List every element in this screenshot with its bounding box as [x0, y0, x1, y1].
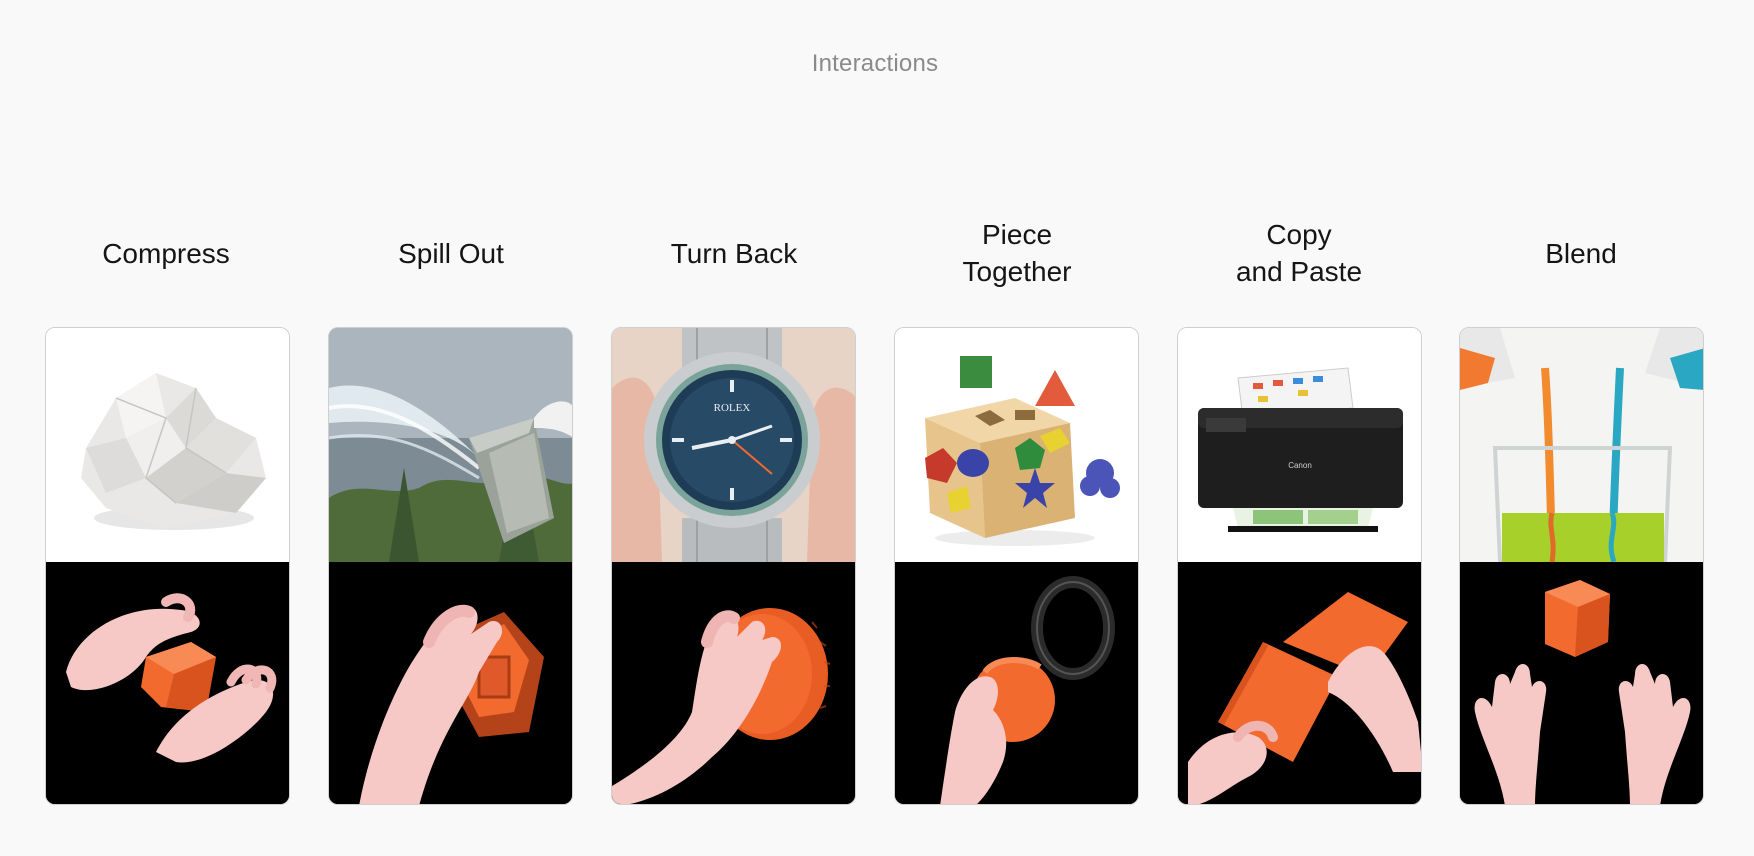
card-compress[interactable]: [45, 327, 290, 805]
column-title-line: Spill Out: [398, 237, 504, 269]
column-title-line: Piece: [981, 219, 1053, 250]
column-title-copy-and-paste: Copy and Paste: [1164, 213, 1434, 293]
object-image-water-pouring: [329, 328, 572, 562]
printer-brand-text: Canon: [1288, 461, 1312, 470]
column-title-line: Together: [962, 256, 1072, 287]
column-title-line: Compress: [102, 237, 230, 269]
card-blend[interactable]: [1459, 327, 1704, 805]
column-title-spill-out: Spill Out: [316, 213, 586, 293]
column-title-blend: Blend: [1446, 213, 1716, 293]
interactions-page: Interactions Compress Spill Out Turn Bac…: [0, 0, 1754, 856]
object-image-crumpled-paper: [46, 328, 289, 562]
card-turn-back[interactable]: ROLEX: [611, 327, 856, 805]
gesture-image-hands-placing-sheets: [1178, 562, 1421, 804]
gesture-image-hands-squeezing-cube: [46, 562, 289, 804]
column-title-line: and Paste: [1235, 256, 1363, 287]
card-piece-together[interactable]: [894, 327, 1139, 805]
column-title-line: Blend: [1545, 237, 1617, 269]
object-image-printer: Canon: [1178, 328, 1421, 562]
object-image-shape-sorter: [895, 328, 1138, 562]
column-title-turn-back: Turn Back: [599, 213, 869, 293]
gesture-image-hand-tipping-container: [329, 562, 572, 804]
gesture-image-hand-turning-dial: [612, 562, 855, 804]
object-image-wristwatch: ROLEX: [612, 328, 855, 562]
column-title-line: Copy: [1266, 219, 1332, 250]
column-title-compress: Compress: [31, 213, 301, 293]
card-spill-out[interactable]: [328, 327, 573, 805]
watch-brand-text: ROLEX: [714, 402, 751, 414]
object-image-liquids-blending: [1460, 328, 1703, 562]
column-title-piece-together: Piece Together: [882, 213, 1152, 293]
gesture-image-ball-into-ring: [895, 562, 1138, 804]
gesture-image-hands-below-cube: [1460, 562, 1703, 804]
card-copy-and-paste[interactable]: Canon: [1177, 327, 1422, 805]
page-title: Interactions: [811, 50, 939, 77]
column-title-line: Turn Back: [670, 237, 798, 269]
